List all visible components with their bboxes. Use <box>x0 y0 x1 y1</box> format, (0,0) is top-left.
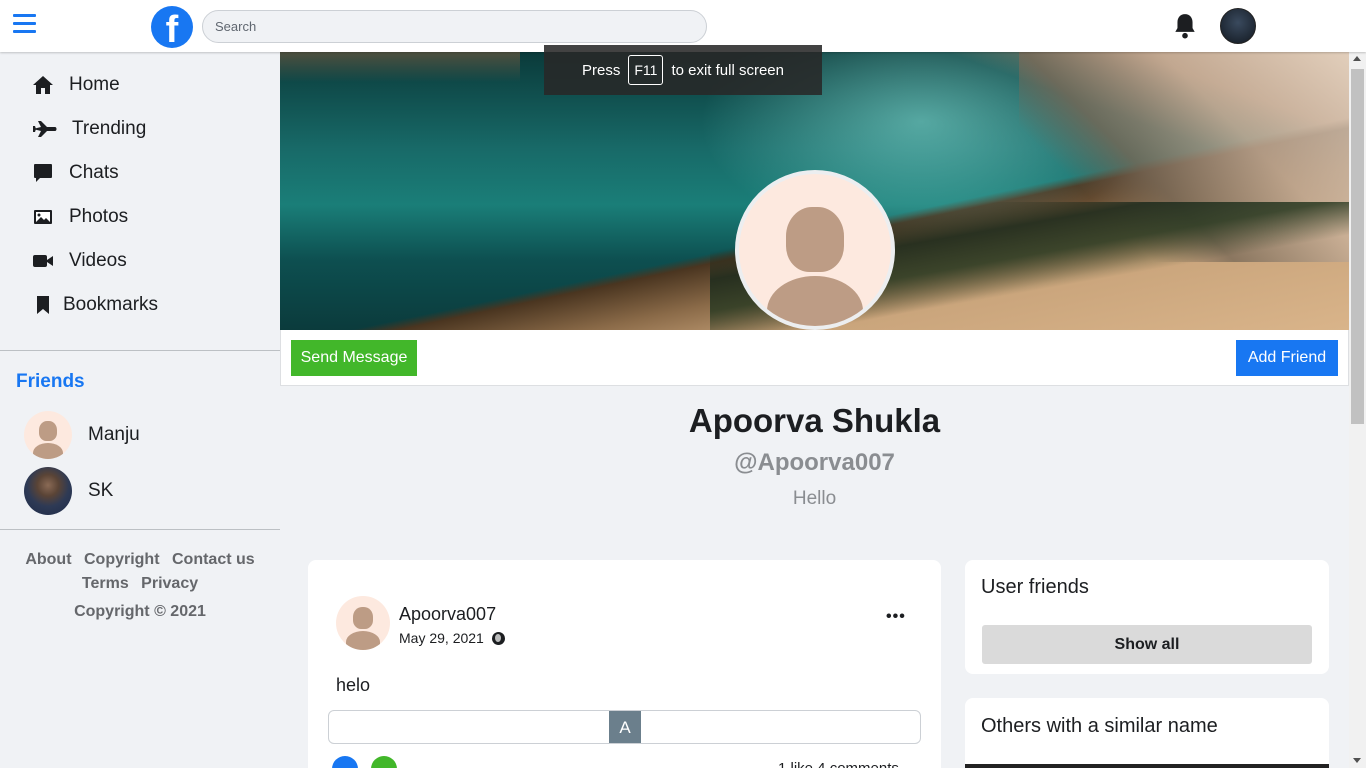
privacy-link[interactable]: Privacy <box>141 575 198 592</box>
about-link[interactable]: About <box>25 551 71 568</box>
sidebar-item-home[interactable]: Home <box>0 63 280 107</box>
profile-bio: Hello <box>792 488 837 509</box>
profile-picture[interactable] <box>735 170 895 330</box>
post-author-name[interactable]: Apoorva007 <box>399 604 496 625</box>
similar-names-title: Others with a similar name <box>981 715 1218 737</box>
hamburger-menu-icon[interactable] <box>13 14 36 34</box>
sidebar-item-bookmarks[interactable]: Bookmarks <box>0 283 280 327</box>
show-all-button[interactable]: Show all <box>982 625 1312 664</box>
copyright-link[interactable]: Copyright <box>84 551 160 568</box>
left-sidebar: Home Trending Chats Photos Videos Bookma… <box>0 52 280 768</box>
copyright-text: Copyright © 2021 <box>74 603 206 620</box>
sidebar-nav: Home Trending Chats Photos Videos Bookma… <box>0 52 280 327</box>
post-date: May 29, 2021 <box>399 630 505 646</box>
user-friends-widget: User friends Show all <box>965 560 1329 674</box>
friend-item-sk[interactable]: SK <box>0 463 280 519</box>
notification-bell-icon[interactable] <box>1172 12 1198 40</box>
friend-avatar <box>24 411 72 459</box>
post-author-avatar[interactable] <box>336 596 390 650</box>
sidebar-item-label: Photos <box>69 206 129 227</box>
scroll-thumb[interactable] <box>1351 69 1364 424</box>
globe-icon <box>491 631 505 645</box>
friend-avatar <box>24 467 72 515</box>
post-stats[interactable]: 1 like 4 comments <box>778 760 899 768</box>
bookmark-icon <box>32 294 54 316</box>
home-icon <box>32 74 54 96</box>
sidebar-footer: About Copyright Contact us Terms Privacy… <box>0 530 280 624</box>
sidebar-item-label: Videos <box>69 250 127 271</box>
image-icon <box>32 206 54 228</box>
sidebar-item-label: Trending <box>72 118 147 139</box>
comment-icon[interactable] <box>371 756 397 768</box>
friends-heading: Friends <box>16 371 85 392</box>
send-message-button[interactable]: Send Message <box>291 340 417 376</box>
fullscreen-hint-key: F11 <box>628 55 664 85</box>
terms-link[interactable]: Terms <box>82 575 129 592</box>
post-attachment-bar[interactable]: A <box>328 710 921 744</box>
profile-name: Apoorva Shukla <box>688 402 941 439</box>
contact-link[interactable]: Contact us <box>172 551 255 568</box>
friend-name: Manju <box>88 424 140 445</box>
similar-names-widget: Others with a similar name <box>965 698 1329 768</box>
sidebar-item-label: Home <box>69 74 120 95</box>
chat-icon <box>32 162 54 184</box>
facebook-logo[interactable]: f <box>151 6 193 48</box>
scroll-up-arrow-icon[interactable] <box>1353 56 1361 61</box>
friend-name: SK <box>88 480 114 501</box>
sidebar-item-label: Bookmarks <box>63 294 159 315</box>
sidebar-item-photos[interactable]: Photos <box>0 195 280 239</box>
page-scrollbar[interactable] <box>1349 52 1366 768</box>
profile-handle: @Apoorva007 <box>734 449 895 476</box>
profile-action-bar: Send Message Add Friend <box>280 330 1349 386</box>
attachment-tab[interactable]: A <box>609 711 641 743</box>
fullscreen-hint-text: to exit full screen <box>671 61 784 79</box>
post-text: helo <box>336 675 371 695</box>
user-friends-title: User friends <box>981 576 1089 598</box>
like-icon[interactable] <box>332 756 358 768</box>
search-input[interactable] <box>202 10 707 43</box>
sidebar-item-videos[interactable]: Videos <box>0 239 280 283</box>
friend-item-manju[interactable]: Manju <box>0 407 280 463</box>
post-options-button[interactable]: ••• <box>886 609 906 625</box>
similar-names-preview <box>965 764 1329 768</box>
add-friend-button[interactable]: Add Friend <box>1236 340 1338 376</box>
video-icon <box>32 250 54 272</box>
scroll-down-arrow-icon[interactable] <box>1353 758 1361 763</box>
sidebar-item-trending[interactable]: Trending <box>0 107 280 151</box>
post-date-text: May 29, 2021 <box>399 630 484 646</box>
user-avatar[interactable] <box>1220 8 1256 44</box>
fullscreen-exit-hint: Press F11 to exit full screen <box>544 45 822 95</box>
sidebar-item-label: Chats <box>69 162 119 183</box>
plane-icon <box>32 118 58 140</box>
fullscreen-hint-press: Press <box>582 61 621 79</box>
sidebar-item-chats[interactable]: Chats <box>0 151 280 195</box>
post-card: Apoorva007 May 29, 2021 ••• helo A 1 lik… <box>308 560 941 768</box>
